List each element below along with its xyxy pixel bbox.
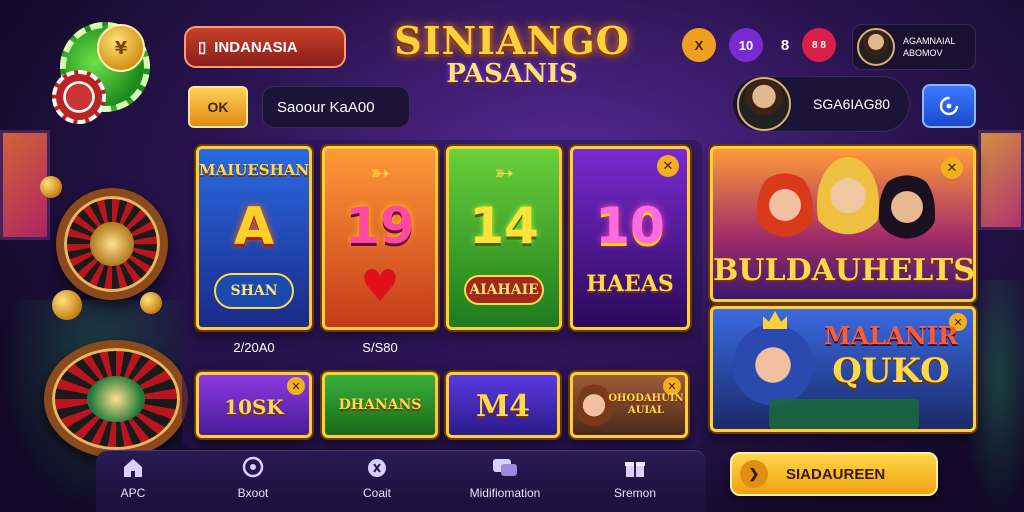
character-portrait bbox=[757, 169, 813, 249]
fish-icon: ➳ bbox=[369, 159, 391, 187]
close-icon[interactable]: ✕ bbox=[657, 155, 679, 177]
signup-label: SIADAUREEN bbox=[786, 465, 886, 483]
nav-item-coins[interactable]: Coait bbox=[322, 456, 432, 500]
home-icon bbox=[124, 459, 142, 477]
signup-button[interactable]: ❯ SIADAUREEN bbox=[730, 452, 938, 496]
game-title: MAIUESHAN bbox=[199, 161, 310, 179]
ok-button[interactable]: OK bbox=[188, 86, 248, 128]
game-symbol: 14 bbox=[469, 197, 539, 255]
featured-game-1[interactable]: ✕ BULDAUHELTS bbox=[710, 146, 976, 302]
character-portrait bbox=[817, 157, 879, 249]
flag-icon: ▯ bbox=[198, 39, 207, 56]
nav-label: Coait bbox=[362, 486, 391, 500]
coin-icon bbox=[368, 459, 386, 477]
roulette-wheel-decoration bbox=[56, 188, 168, 300]
small-game-label: M4 bbox=[475, 389, 531, 424]
refresh-icon bbox=[939, 96, 959, 116]
coin-decoration bbox=[140, 292, 162, 314]
game-symbol: 10 bbox=[595, 197, 665, 255]
nav-item-chat[interactable]: Bxoot bbox=[198, 456, 308, 500]
game-card-4[interactable]: ✕ 10 HAEAS bbox=[570, 146, 690, 330]
close-icon[interactable]: X bbox=[682, 28, 716, 62]
chat-icon bbox=[242, 456, 264, 478]
featured-title-line1: MALANIR bbox=[824, 321, 958, 350]
nav-label: Midifiomation bbox=[469, 486, 541, 500]
small-game-tile-4[interactable]: ✕ OHODAHUIN AUIAL bbox=[570, 372, 688, 438]
nav-item-messages[interactable]: Midifiomation bbox=[450, 456, 560, 500]
gold-coin-decoration: ¥ bbox=[97, 24, 145, 72]
notification-icon[interactable]: 8 bbox=[774, 30, 796, 60]
logo-line-1: SINIANGO bbox=[394, 18, 630, 63]
featured-title-line2: QUKO bbox=[832, 351, 950, 391]
close-icon[interactable]: ✕ bbox=[287, 377, 305, 395]
background-screen-right bbox=[978, 130, 1024, 230]
avatar bbox=[857, 28, 895, 66]
game-plate: SHAN bbox=[214, 273, 294, 309]
heart-icon: ♥ bbox=[360, 261, 400, 312]
avatar bbox=[737, 77, 791, 131]
vip-badge-icon[interactable]: 8 8 bbox=[802, 28, 836, 62]
nav-label: Sremon bbox=[613, 486, 657, 500]
profile-name: AGAMNAIAL ABOMOV bbox=[903, 36, 956, 58]
level-badge-icon[interactable]: 10 bbox=[729, 28, 763, 62]
nav-item-home[interactable]: APC bbox=[78, 456, 188, 500]
app-logo: SINIANGO PASANIS bbox=[392, 18, 632, 122]
game-price: S/S80 bbox=[362, 340, 398, 355]
game-card-3[interactable]: ➳ 14 AIAHAIE bbox=[446, 146, 562, 330]
message-icon bbox=[493, 459, 517, 476]
game-card-1[interactable]: MAIUESHAN A SHAN bbox=[196, 146, 312, 330]
nav-item-gifts[interactable]: Sremon bbox=[580, 456, 690, 500]
language-selector[interactable]: ▯ INDANASIA bbox=[184, 26, 346, 68]
small-game-label: OHODAHUIN AUIAL bbox=[608, 393, 684, 416]
coin-decoration bbox=[40, 176, 62, 198]
coin-decoration bbox=[52, 290, 82, 320]
nav-label: APC bbox=[120, 486, 146, 500]
character-portrait bbox=[879, 171, 935, 251]
game-plate: HAEAS bbox=[586, 271, 674, 297]
red-chip-decoration bbox=[52, 70, 106, 124]
account-balance-panel[interactable]: SGA6IAG80 bbox=[732, 76, 910, 132]
game-card-2[interactable]: ➳ 19 ♥ bbox=[322, 146, 438, 330]
logo-line-2: PASANIS bbox=[446, 59, 578, 89]
roulette-table-decoration bbox=[44, 340, 188, 458]
featured-title: BULDAUHELTS bbox=[713, 253, 975, 288]
arrow-icon: ❯ bbox=[740, 460, 768, 488]
game-symbol: A bbox=[233, 197, 275, 257]
small-game-tile-3[interactable]: M4 bbox=[446, 372, 560, 438]
small-game-label: 10SK bbox=[224, 395, 284, 419]
gift-icon bbox=[625, 462, 645, 477]
refresh-button[interactable] bbox=[922, 84, 976, 128]
nav-label: Bxoot bbox=[237, 486, 269, 500]
character-portrait bbox=[577, 381, 611, 435]
small-game-label: DHANANS bbox=[338, 397, 422, 413]
game-plate: AIAHAIE bbox=[464, 275, 544, 305]
small-game-tile-2[interactable]: DHANANS bbox=[322, 372, 438, 438]
featured-game-2[interactable]: ✕ MALANIR QUKO bbox=[710, 306, 976, 432]
search-input[interactable]: Saoour KaA00 bbox=[262, 86, 410, 128]
card-table-decoration bbox=[769, 399, 919, 429]
close-icon[interactable]: ✕ bbox=[941, 157, 963, 179]
language-label: INDANASIA bbox=[214, 38, 298, 56]
game-symbol: 19 bbox=[345, 197, 415, 255]
user-profile-chip[interactable]: AGAMNAIAL ABOMOV bbox=[852, 24, 976, 70]
balance-label: SGA6IAG80 bbox=[813, 96, 891, 112]
game-price: 2/20A0 bbox=[233, 340, 275, 355]
fish-icon: ➳ bbox=[493, 159, 515, 187]
small-game-tile-1[interactable]: ✕ 10SK bbox=[196, 372, 312, 438]
crown-icon bbox=[763, 311, 787, 329]
